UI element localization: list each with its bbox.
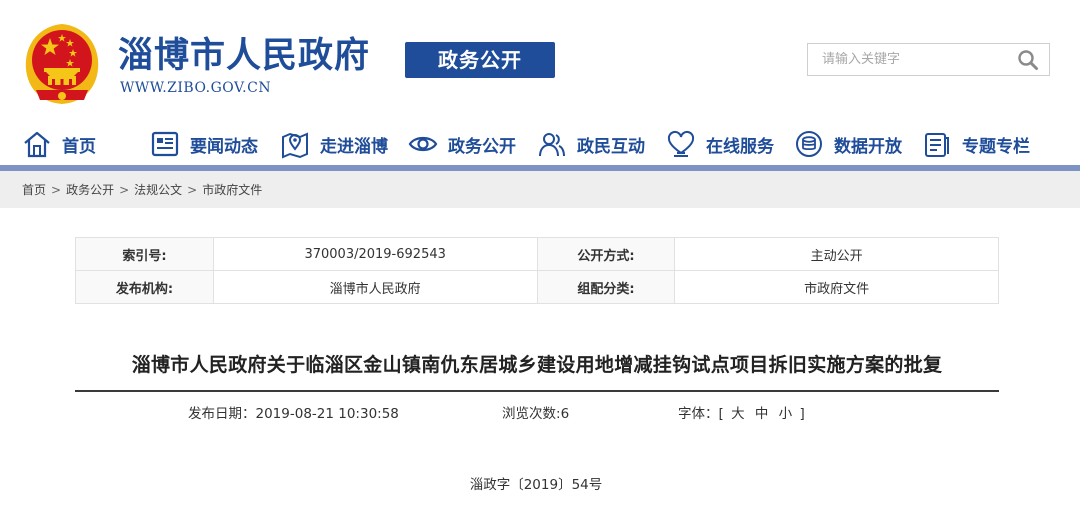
breadcrumb-separator: > xyxy=(51,182,62,197)
nav-label-home: 首页 xyxy=(62,136,96,157)
site-name[interactable]: 淄博市人民政府 xyxy=(118,36,370,76)
font-size-large-button[interactable]: 大 xyxy=(731,406,745,422)
nav-label-online-service: 在线服务 xyxy=(706,136,774,157)
open-mode-label: 公开方式: xyxy=(536,237,676,271)
font-size-switcher: 字体：[ 大 中 小 ] xyxy=(678,402,805,422)
search-input[interactable] xyxy=(808,44,1008,75)
breadcrumb: 首页 > 政务公开 > 法规公文 > 市政府文件 xyxy=(0,171,1080,208)
table-row: 发布机构: 淄博市人民政府 组配分类: 市政府文件 xyxy=(75,270,999,304)
nav-item-home[interactable]: 首页 xyxy=(22,128,96,160)
font-size-medium-button[interactable]: 中 xyxy=(755,406,769,422)
breadcrumb-separator: > xyxy=(187,182,198,197)
nav-item-online-service[interactable]: 在线服务 xyxy=(666,128,774,160)
document-number: 淄政字〔2019〕54号 xyxy=(469,477,603,493)
breadcrumb-home[interactable]: 首页 xyxy=(22,181,46,198)
home-icon xyxy=(24,131,50,158)
database-icon xyxy=(796,131,822,157)
nav-item-open-data[interactable]: 数据开放 xyxy=(794,128,902,160)
breadcrumb-regulations[interactable]: 法规公文 xyxy=(134,181,182,198)
eye-icon xyxy=(408,136,438,152)
nav-item-interaction[interactable]: 政民互动 xyxy=(537,128,645,160)
breadcrumb-city-docs[interactable]: 市政府文件 xyxy=(202,181,262,198)
people-icon xyxy=(539,133,565,157)
nav-label-interaction: 政民互动 xyxy=(577,136,645,157)
category-label: 组配分类: xyxy=(536,270,676,304)
publish-date-value: 2019-08-21 10:30:58 xyxy=(255,406,399,422)
document-icon xyxy=(925,133,949,157)
index-label: 索引号: xyxy=(75,237,214,271)
breadcrumb-separator: > xyxy=(119,182,130,197)
nav-label-about-zibo: 走进淄博 xyxy=(320,136,388,157)
font-size-small-button[interactable]: 小 xyxy=(779,406,793,422)
title-divider xyxy=(75,390,999,392)
nav-item-special-topics[interactable]: 专题专栏 xyxy=(922,128,1030,160)
main-nav: 首页 要闻动态 走进淄博 政务公开 政民互动 在线服务 数据开放 专题专栏 xyxy=(0,122,1080,166)
table-row: 索引号: 370003/2019-692543 公开方式: 主动公开 xyxy=(75,237,999,271)
index-value: 370003/2019-692543 xyxy=(212,237,538,271)
publisher-value: 淄博市人民政府 xyxy=(212,270,538,304)
nav-item-gov-affairs[interactable]: 政务公开 xyxy=(408,128,516,160)
nav-label-gov-affairs: 政务公开 xyxy=(448,136,516,157)
site-url[interactable]: WWW.ZIBO.GOV.CN xyxy=(120,80,271,96)
search-icon[interactable] xyxy=(1017,49,1039,71)
open-mode-value: 主动公开 xyxy=(674,237,999,271)
nav-item-news[interactable]: 要闻动态 xyxy=(150,128,258,160)
map-pin-icon xyxy=(282,132,308,159)
nav-label-news: 要闻动态 xyxy=(190,136,258,157)
news-icon xyxy=(151,131,179,157)
heart-service-icon xyxy=(667,130,695,157)
section-badge[interactable]: 政务公开 xyxy=(405,42,555,78)
nav-label-special-topics: 专题专栏 xyxy=(962,136,1030,157)
national-emblem-icon xyxy=(22,20,102,106)
publish-date: 发布日期：2019-08-21 10:30:58 xyxy=(188,402,399,422)
document-info-table: 索引号: 370003/2019-692543 公开方式: 主动公开 发布机构:… xyxy=(75,237,999,304)
font-size-close: ] xyxy=(799,406,805,422)
publisher-label: 发布机构: xyxy=(75,270,214,304)
category-value: 市政府文件 xyxy=(674,270,999,304)
font-size-label: 字体：[ xyxy=(678,406,724,422)
nav-label-open-data: 数据开放 xyxy=(834,136,902,157)
breadcrumb-gov-affairs[interactable]: 政务公开 xyxy=(66,181,114,198)
search-box xyxy=(807,43,1050,76)
view-count: 浏览次数:6 xyxy=(502,402,569,422)
article-title: 淄博市人民政府关于临淄区金山镇南仇东居城乡建设用地增减挂钩试点项目拆旧实施方案的… xyxy=(131,354,943,376)
nav-item-about-zibo[interactable]: 走进淄博 xyxy=(280,128,388,160)
site-header: 淄博市人民政府 WWW.ZIBO.GOV.CN 政务公开 xyxy=(0,0,1080,112)
view-count-label: 浏览次数: xyxy=(502,406,561,422)
publish-date-label: 发布日期： xyxy=(188,406,256,422)
view-count-value: 6 xyxy=(560,406,570,422)
